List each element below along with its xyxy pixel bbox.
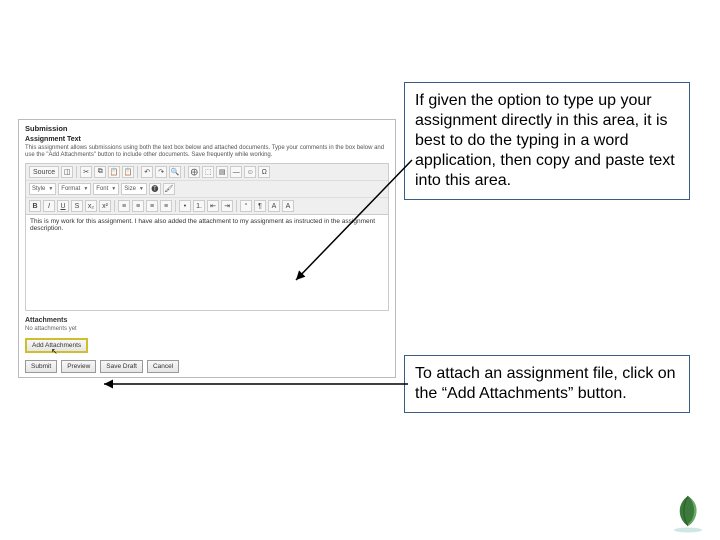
leaf-logo-icon [666,490,710,534]
arrow-to-add-attachments [0,0,720,540]
